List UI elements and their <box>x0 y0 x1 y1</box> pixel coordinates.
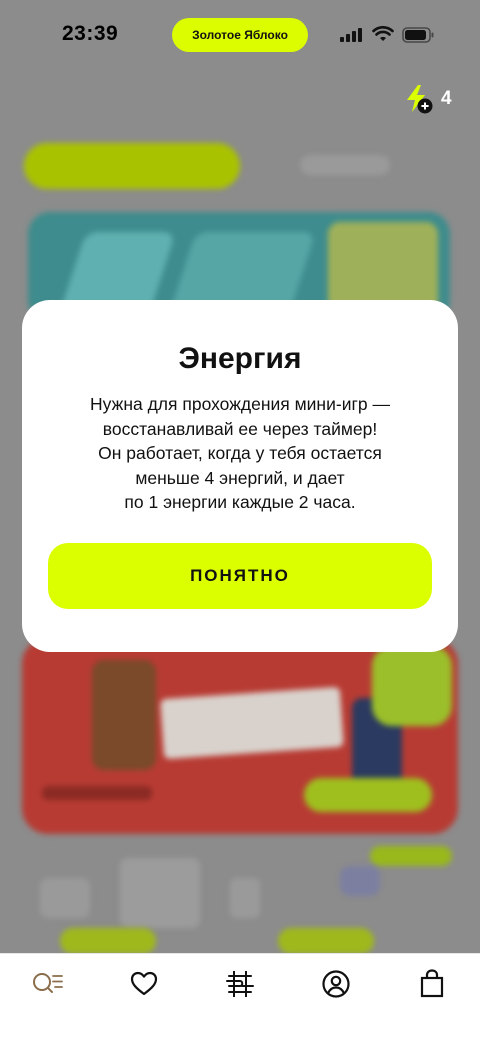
background-product-row <box>40 858 440 928</box>
tab-catalog[interactable] <box>220 964 260 1004</box>
tab-favorites[interactable] <box>124 964 164 1004</box>
energy-info-modal: Энергия Нужна для прохождения мини-игр —… <box>22 300 458 652</box>
modal-line: Он работает, когда у тебя остается <box>98 443 382 463</box>
signal-icon <box>340 28 364 42</box>
tab-cart[interactable] <box>412 964 452 1004</box>
energy-counter[interactable]: 4 <box>404 84 460 116</box>
modal-line: меньше 4 энергий, и дает <box>135 467 345 488</box>
modal-title: Энергия <box>178 342 302 375</box>
bolt-plus-icon <box>407 85 433 114</box>
screen: 23:39 Золотое Яблоко 4 Энергия Нужна для… <box>0 0 480 1043</box>
battery-icon <box>402 27 434 43</box>
status-icons <box>340 26 440 44</box>
search-icon <box>33 973 63 993</box>
catalog-icon <box>226 971 254 997</box>
modal-line: восстанавливай ее через таймер! <box>102 418 378 439</box>
wifi-icon <box>372 26 394 41</box>
modal-line: по 1 энергии каждые 2 часа. <box>124 492 356 512</box>
background-promo-card <box>22 638 458 834</box>
tab-search[interactable] <box>27 964 67 1004</box>
understood-button[interactable]: ПОНЯТНО <box>48 543 432 609</box>
bottom-tab-bar <box>0 953 480 1043</box>
background-tab-inactive <box>300 155 390 175</box>
profile-icon <box>322 970 350 998</box>
tab-profile[interactable] <box>316 964 356 1004</box>
status-time: 23:39 <box>62 22 119 45</box>
modal-line: Нужна для прохождения мини-игр — <box>90 394 390 414</box>
energy-count: 4 <box>441 88 452 109</box>
background-tab-active <box>24 143 240 189</box>
modal-description: Нужна для прохождения мини-игр — восстан… <box>52 392 428 515</box>
heart-icon <box>130 971 158 996</box>
background-button-1 <box>60 928 156 954</box>
bag-icon <box>420 969 444 998</box>
background-button-2 <box>278 928 374 954</box>
dynamic-island-label[interactable]: Золотое Яблоко <box>172 18 308 52</box>
